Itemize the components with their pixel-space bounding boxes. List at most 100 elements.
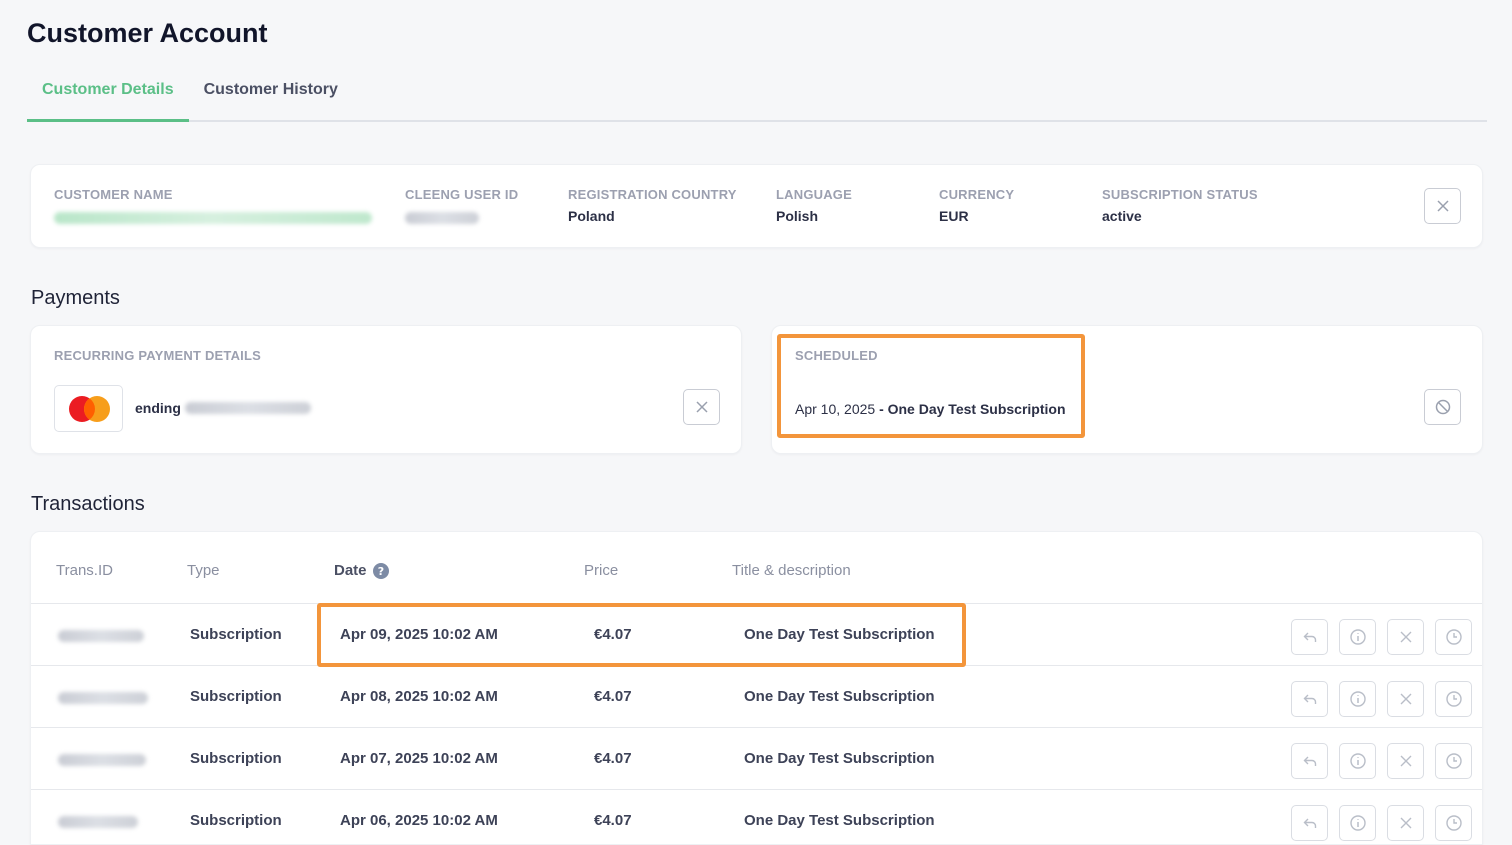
- row-price: €4.07: [594, 812, 632, 829]
- customer-name-value: [54, 211, 372, 229]
- field-language: LANGUAGE Polish: [776, 187, 852, 224]
- cancel-button[interactable]: [1387, 805, 1424, 841]
- close-icon: [1436, 200, 1449, 212]
- mastercard-icon: [69, 396, 110, 422]
- transactions-table: Trans.ID Type Date ? Price Title & descr…: [30, 531, 1483, 845]
- field-registration-country: REGISTRATION COUNTRY Poland: [568, 187, 737, 224]
- row-title: One Day Test Subscription: [744, 626, 935, 643]
- info-icon: [1349, 629, 1366, 645]
- user-id-label: CLEENG USER ID: [405, 187, 519, 202]
- info-button[interactable]: [1339, 805, 1376, 841]
- row-price: €4.07: [594, 688, 632, 705]
- refund-icon: [1303, 818, 1316, 828]
- row-title: One Day Test Subscription: [744, 750, 935, 767]
- info-button[interactable]: [1339, 743, 1376, 779]
- close-icon: [1400, 817, 1411, 829]
- clock-icon: [1445, 691, 1462, 707]
- card-ending: ending: [135, 400, 311, 416]
- close-icon: [1400, 755, 1411, 767]
- refund-icon: [1303, 756, 1316, 766]
- registration-country-label: REGISTRATION COUNTRY: [568, 187, 737, 202]
- language-label: LANGUAGE: [776, 187, 852, 202]
- refund-button[interactable]: [1291, 743, 1328, 779]
- column-date-label: Date: [334, 562, 367, 579]
- help-icon[interactable]: ?: [372, 562, 389, 579]
- subscription-status-label: SUBSCRIPTION STATUS: [1102, 187, 1258, 202]
- cancel-button[interactable]: [1387, 681, 1424, 717]
- scheduled-payment-card: SCHEDULED Apr 10, 2025 - One Day Test Su…: [771, 325, 1483, 454]
- customer-name-label: CUSTOMER NAME: [54, 187, 173, 202]
- table-row: Subscription Apr 09, 2025 10:02 AM €4.07…: [31, 604, 1482, 666]
- field-currency: CURRENCY EUR: [939, 187, 1014, 224]
- row-actions: [1291, 743, 1472, 779]
- column-price: Price: [584, 562, 619, 579]
- close-icon: [1400, 693, 1411, 705]
- clock-icon: [1445, 753, 1462, 769]
- registration-country-value: Poland: [568, 208, 615, 224]
- row-actions: [1291, 619, 1472, 655]
- row-type: Subscription: [190, 812, 282, 829]
- language-value: Polish: [776, 208, 819, 224]
- svg-text:?: ?: [377, 565, 383, 578]
- row-title: One Day Test Subscription: [744, 688, 935, 705]
- tab-bar: Customer Details Customer History: [27, 72, 1487, 122]
- trans-id-redacted: [58, 753, 146, 770]
- recurring-payment-label: RECURRING PAYMENT DETAILS: [54, 348, 261, 363]
- trans-id-redacted: [58, 691, 148, 708]
- payments-title: Payments: [31, 287, 120, 309]
- refund-button[interactable]: [1291, 805, 1328, 841]
- cancel-scheduled-button[interactable]: [1424, 389, 1461, 425]
- clock-icon: [1445, 815, 1462, 831]
- row-type: Subscription: [190, 688, 282, 705]
- cancel-button[interactable]: [1387, 619, 1424, 655]
- page-title: Customer Account: [27, 18, 268, 48]
- row-actions: [1291, 681, 1472, 717]
- tab-customer-details[interactable]: Customer Details: [27, 72, 189, 122]
- transactions-title: Transactions: [31, 493, 145, 515]
- row-actions: [1291, 805, 1472, 841]
- tab-customer-history[interactable]: Customer History: [189, 72, 353, 122]
- scheduled-label: SCHEDULED: [795, 348, 878, 363]
- customer-close-button[interactable]: [1424, 188, 1461, 224]
- currency-value: EUR: [939, 208, 969, 224]
- history-button[interactable]: [1435, 743, 1472, 779]
- refund-icon: [1303, 694, 1316, 704]
- history-button[interactable]: [1435, 619, 1472, 655]
- customer-info-card: CUSTOMER NAME CLEENG USER ID REGISTRATIO…: [30, 164, 1483, 248]
- info-icon: [1349, 691, 1366, 707]
- currency-label: CURRENCY: [939, 187, 1015, 202]
- subscription-status-value: active: [1102, 208, 1142, 224]
- scheduled-entry: Apr 10, 2025 - One Day Test Subscription: [795, 401, 1066, 417]
- table-header: Trans.ID Type Date ? Price Title & descr…: [31, 532, 1482, 604]
- column-trans-id: Trans.ID: [56, 562, 113, 579]
- history-button[interactable]: [1435, 681, 1472, 717]
- column-title: Title & description: [732, 562, 851, 579]
- field-customer-name: CUSTOMER NAME: [54, 187, 372, 229]
- field-user-id: CLEENG USER ID: [405, 187, 518, 229]
- scheduled-date: Apr 10, 2025: [795, 401, 876, 417]
- row-type: Subscription: [190, 750, 282, 767]
- refund-button[interactable]: [1291, 619, 1328, 655]
- user-id-value: [405, 211, 518, 229]
- scheduled-title: - One Day Test Subscription: [879, 401, 1066, 417]
- column-type: Type: [187, 562, 220, 579]
- refund-icon: [1303, 632, 1316, 642]
- table-row: Subscription Apr 08, 2025 10:02 AM €4.07…: [31, 666, 1482, 728]
- info-button[interactable]: [1339, 619, 1376, 655]
- field-subscription-status: SUBSCRIPTION STATUS active: [1102, 187, 1258, 224]
- clock-icon: [1445, 629, 1462, 645]
- table-row: Subscription Apr 06, 2025 10:02 AM €4.07…: [31, 790, 1482, 844]
- column-date[interactable]: Date ?: [334, 562, 389, 579]
- refund-button[interactable]: [1291, 681, 1328, 717]
- row-date: Apr 09, 2025 10:02 AM: [340, 626, 498, 643]
- row-date: Apr 06, 2025 10:02 AM: [340, 812, 498, 829]
- row-date: Apr 08, 2025 10:02 AM: [340, 688, 498, 705]
- row-price: €4.07: [594, 626, 632, 643]
- row-price: €4.07: [594, 750, 632, 767]
- info-icon: [1349, 753, 1366, 769]
- remove-payment-button[interactable]: [683, 389, 720, 425]
- info-button[interactable]: [1339, 681, 1376, 717]
- cancel-button[interactable]: [1387, 743, 1424, 779]
- history-button[interactable]: [1435, 805, 1472, 841]
- trans-id-redacted: [58, 815, 138, 832]
